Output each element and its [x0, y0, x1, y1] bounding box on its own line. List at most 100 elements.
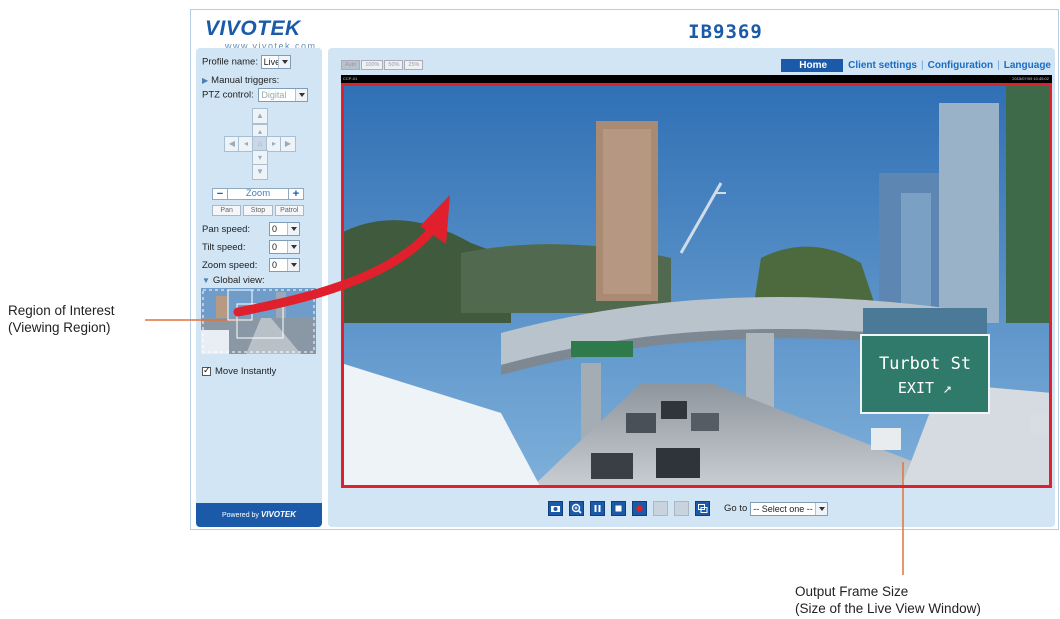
profile-label: Profile name:: [202, 56, 258, 68]
roi-annotation-line2: (Viewing Region): [8, 320, 111, 335]
goto-control: Go to -- Select one --: [724, 501, 829, 516]
goto-value: -- Select one --: [753, 503, 813, 514]
osd-timestamp: 2015/07/09 10:45:02: [1012, 76, 1049, 81]
chevron-down-icon: [277, 56, 290, 68]
home-icon: ⌂: [257, 139, 263, 148]
tilt-down-button[interactable]: ▼: [252, 164, 268, 180]
arrow-right-icon: ▶: [284, 139, 292, 148]
patrol-buttons: Pan Stop Patrol: [212, 205, 304, 216]
zoom-icon[interactable]: [569, 501, 584, 516]
top-menu: Home Client settings | Configuration | L…: [781, 59, 1051, 72]
tilt-speed-select[interactable]: 0: [269, 240, 300, 254]
pan-speed-label: Pan speed:: [202, 224, 251, 235]
global-view-image: [201, 288, 316, 354]
pan-right-button[interactable]: ▶: [280, 136, 296, 152]
osd-caption: CCP-01: [343, 76, 358, 81]
roi-annotation: Region of Interest (Viewing Region): [8, 302, 115, 336]
zoom-in-button[interactable]: +: [288, 188, 304, 200]
chevron-down-icon: [287, 259, 299, 271]
global-view-label: Global view:: [212, 275, 265, 286]
tilt-speed-label: Tilt speed:: [202, 242, 246, 253]
zoom-speed-value: 0: [272, 260, 278, 270]
volume-icon[interactable]: [653, 501, 668, 516]
pan-button[interactable]: Pan: [212, 205, 242, 216]
menu-client-settings[interactable]: Client settings: [848, 60, 917, 71]
stop-button[interactable]: Stop: [243, 205, 273, 216]
patrol-button[interactable]: Patrol: [274, 205, 304, 216]
arrow-down-icon: ▾: [257, 153, 262, 162]
profile-row: Profile name: Live: [202, 55, 291, 69]
output-annotation-line2: (Size of the Live View Window): [795, 601, 981, 616]
move-instantly-checkbox[interactable]: [202, 365, 211, 376]
record-icon[interactable]: [632, 501, 647, 516]
zoom-speed-label: Zoom speed:: [202, 260, 258, 271]
zoom-control: − Zoom +: [212, 188, 304, 200]
chevron-down-icon: [287, 241, 299, 253]
global-view-thumbnail[interactable]: [201, 288, 316, 354]
chevron-down-icon: [295, 89, 308, 101]
menu-language[interactable]: Language: [1004, 60, 1051, 71]
menu-configuration[interactable]: Configuration: [928, 60, 994, 71]
sign-line-2: EXIT ↗: [898, 379, 952, 397]
chevron-down-icon: [287, 223, 299, 235]
move-instantly-label: Move Instantly: [215, 366, 277, 377]
zoom-label: Zoom: [228, 188, 288, 200]
fullscreen-icon[interactable]: [695, 501, 710, 516]
goto-label: Go to: [724, 503, 748, 514]
pan-speed-value: 0: [272, 224, 278, 234]
expand-arrow-icon: ▶: [202, 76, 209, 85]
video-toolbar: Go to -- Select one --: [548, 501, 829, 516]
output-annotation: Output Frame Size (Size of the Live View…: [795, 583, 981, 617]
size-tab-50[interactable]: 50%: [384, 60, 404, 70]
stop-icon[interactable]: [611, 501, 626, 516]
live-video-image: Turbot St EXIT ↗: [341, 83, 1052, 488]
pan-speed-select[interactable]: 0: [269, 222, 300, 236]
arrow-left-icon: ◂: [243, 139, 248, 148]
live-video-window[interactable]: CCP-01 2015/07/09 10:45:02 Turbot St EXI…: [341, 75, 1052, 488]
powered-by-label: Powered by: [221, 512, 259, 519]
arrow-right-icon: ▸: [271, 139, 276, 148]
control-sidebar: Profile name: Live ▶ Manual triggers: PTZ…: [196, 48, 322, 527]
model-title: IB9369: [688, 21, 763, 43]
camera-icon[interactable]: [548, 501, 563, 516]
move-instantly-option[interactable]: Move Instantly: [202, 365, 277, 377]
ptz-label: PTZ control:: [202, 89, 254, 101]
roi-annotation-line1: Region of Interest: [8, 303, 115, 318]
size-tab-auto[interactable]: Auto: [341, 60, 361, 70]
arrow-up-icon: ▲: [256, 111, 264, 120]
size-tab-25[interactable]: 25%: [404, 60, 424, 70]
logo-text: VIVOTEK: [205, 17, 301, 40]
mic-icon[interactable]: [674, 501, 689, 516]
goto-select[interactable]: -- Select one --: [750, 501, 829, 516]
ptz-select[interactable]: Digital: [258, 88, 309, 102]
expand-arrow-icon: ▼: [202, 276, 210, 285]
size-tab-100[interactable]: 100%: [361, 60, 384, 70]
pause-icon[interactable]: [590, 501, 605, 516]
menu-separator: |: [921, 60, 924, 71]
manual-triggers[interactable]: ▶ Manual triggers:: [202, 75, 279, 86]
menu-home[interactable]: Home: [781, 59, 844, 72]
powered-by-banner: Powered by VIVOTEK: [196, 503, 322, 527]
zoom-out-button[interactable]: −: [212, 188, 228, 200]
arrow-left-icon: ◀: [228, 139, 236, 148]
tilt-up-button[interactable]: ▲: [252, 108, 268, 124]
chevron-down-icon: [815, 502, 828, 515]
powered-brand: VIVOTEK: [260, 510, 297, 519]
tilt-speed-value: 0: [272, 242, 278, 252]
sign-line-1: Turbot St: [879, 354, 971, 374]
view-size-tabs: Auto 100% 50% 25%: [341, 60, 424, 70]
video-osd-bar: CCP-01 2015/07/09 10:45:02: [341, 75, 1052, 82]
global-view-toggle[interactable]: ▼ Global view:: [202, 275, 265, 286]
camera-web-ui: VIVOTEK www.vivotek.com IB9369 Profile n…: [190, 9, 1059, 530]
stage: VIVOTEK www.vivotek.com IB9369 Profile n…: [0, 0, 1060, 619]
arrow-down-icon: ▼: [256, 167, 264, 176]
menu-separator: |: [997, 60, 1000, 71]
output-annotation-line1: Output Frame Size: [795, 584, 909, 599]
ptz-row: PTZ control: Digital: [202, 88, 309, 102]
ptz-pad: ▲ ▴ ◀ ◂ ⌂ ▸ ▶ ▾ ▼: [224, 108, 296, 180]
live-view-panel: Auto 100% 50% 25% Home Client settings |…: [328, 48, 1055, 527]
profile-select[interactable]: Live: [260, 55, 291, 69]
ptz-value: Digital: [261, 90, 287, 100]
manual-triggers-label: Manual triggers:: [211, 75, 280, 86]
zoom-speed-select[interactable]: 0: [269, 258, 300, 272]
